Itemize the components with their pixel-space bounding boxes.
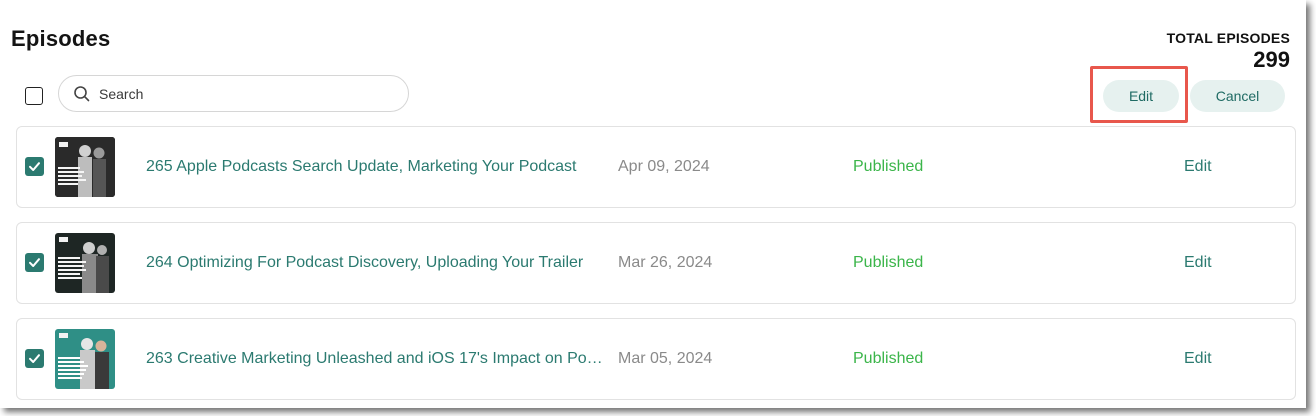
search-input[interactable]: [99, 85, 379, 102]
episodes-panel: Episodes TOTAL EPISODES 299 Edit Cancel: [0, 0, 1306, 408]
status-badge: Published: [853, 254, 924, 271]
check-icon: [29, 354, 40, 363]
cancel-button[interactable]: Cancel: [1190, 80, 1285, 112]
total-episodes-count: 299: [1253, 47, 1290, 72]
episode-title[interactable]: 264 Optimizing For Podcast Discovery, Up…: [146, 254, 606, 272]
episode-edit-link[interactable]: Edit: [1184, 254, 1212, 272]
edit-button[interactable]: Edit: [1103, 80, 1179, 112]
episode-date: Apr 09, 2024: [618, 158, 710, 175]
episode-thumbnail: [55, 329, 115, 389]
search-icon: [74, 85, 90, 101]
status-badge: Published: [853, 350, 924, 367]
episode-title[interactable]: 263 Creative Marketing Unleashed and iOS…: [146, 350, 606, 368]
page-title: Episodes: [11, 26, 111, 51]
check-icon: [29, 258, 40, 267]
search-box[interactable]: [58, 75, 409, 112]
total-episodes-label: TOTAL EPISODES: [1166, 30, 1290, 46]
episode-row: 265 Apple Podcasts Search Update, Market…: [16, 126, 1296, 208]
episode-checkbox[interactable]: [25, 157, 44, 176]
episode-edit-link[interactable]: Edit: [1184, 158, 1212, 176]
check-icon: [29, 162, 40, 171]
episode-thumbnail: [55, 137, 115, 197]
select-all-checkbox[interactable]: [25, 87, 43, 105]
episode-row: 264 Optimizing For Podcast Discovery, Up…: [16, 222, 1296, 304]
episode-checkbox[interactable]: [25, 349, 44, 368]
episode-date: Mar 05, 2024: [618, 350, 713, 367]
episode-row: 263 Creative Marketing Unleashed and iOS…: [16, 318, 1296, 400]
total-episodes: TOTAL EPISODES 299: [1167, 30, 1290, 73]
episode-checkbox[interactable]: [25, 253, 44, 272]
status-badge: Published: [853, 158, 924, 175]
episode-title[interactable]: 265 Apple Podcasts Search Update, Market…: [146, 158, 606, 176]
episode-date: Mar 26, 2024: [618, 254, 713, 271]
episode-thumbnail: [55, 233, 115, 293]
episode-edit-link[interactable]: Edit: [1184, 350, 1212, 368]
